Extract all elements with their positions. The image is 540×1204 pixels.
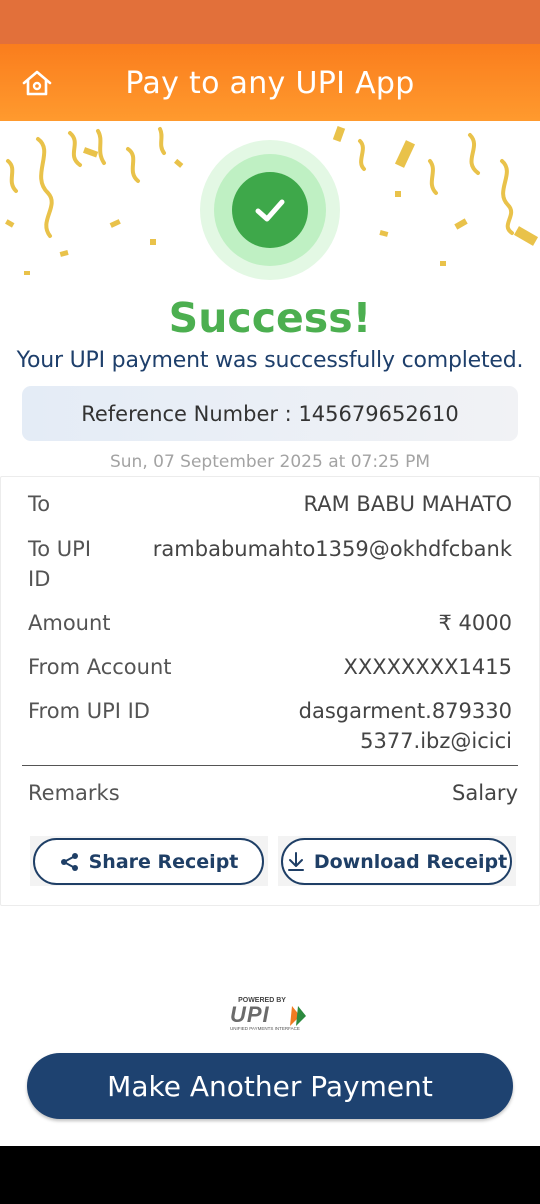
app-header: Pay to any UPI App [0,44,540,121]
system-nav-bar [0,1146,540,1204]
transaction-datetime: Sun, 07 September 2025 at 07:25 PM [109,452,431,472]
from-account-label: From Account [28,655,172,679]
share-button-wrap: Share Receipt [30,836,268,886]
divider [22,765,518,766]
upi-brand: UPI [230,1002,270,1027]
download-receipt-button[interactable]: Download Receipt [281,838,512,885]
download-button-wrap: Download Receipt [278,836,516,886]
make-another-payment-label: Make Another Payment [107,1069,433,1103]
make-another-payment-button[interactable]: Make Another Payment [27,1053,513,1119]
download-icon [287,851,304,871]
share-icon [60,852,78,871]
amount-value: ₹ 4000 [438,611,512,635]
page-title: Pay to any UPI App [125,66,415,101]
success-title: Success! [168,294,372,342]
status-bar [0,0,540,44]
upi-tagline: UNIFIED PAYMENTS INTERFACE [230,1026,300,1031]
from-upi-value-line2: 5377.ibz@icici [360,729,512,753]
reference-label: Reference Number : [81,401,299,426]
upi-logo: POWERED BY UPI UNIFIED PAYMENTS INTERFAC… [226,994,316,1034]
from-upi-value-line1: dasgarment.879330 [298,699,512,723]
amount-label: Amount [28,611,111,635]
from-account-value: XXXXXXXX1415 [343,655,512,679]
to-label: To [28,492,51,516]
reference-number-box: Reference Number : 145679652610 [22,386,518,441]
remarks-value: Salary [452,781,518,805]
to-upi-value: rambabumahto1359@okhdfcbank [152,537,512,561]
share-receipt-label: Share Receipt [88,850,239,873]
to-value: RAM BABU MAHATO [303,492,513,516]
remarks-label: Remarks [28,781,120,805]
from-upi-label: From UPI ID [28,699,150,723]
share-receipt-button[interactable]: Share Receipt [33,838,264,885]
to-upi-label-line2: ID [28,567,51,591]
success-message: Your UPI payment was successfully comple… [16,348,524,373]
reference-number: 145679652610 [298,401,459,426]
download-receipt-label: Download Receipt [313,850,508,873]
check-circle-icon [232,172,308,248]
to-upi-label-line1: To UPI [28,537,92,561]
